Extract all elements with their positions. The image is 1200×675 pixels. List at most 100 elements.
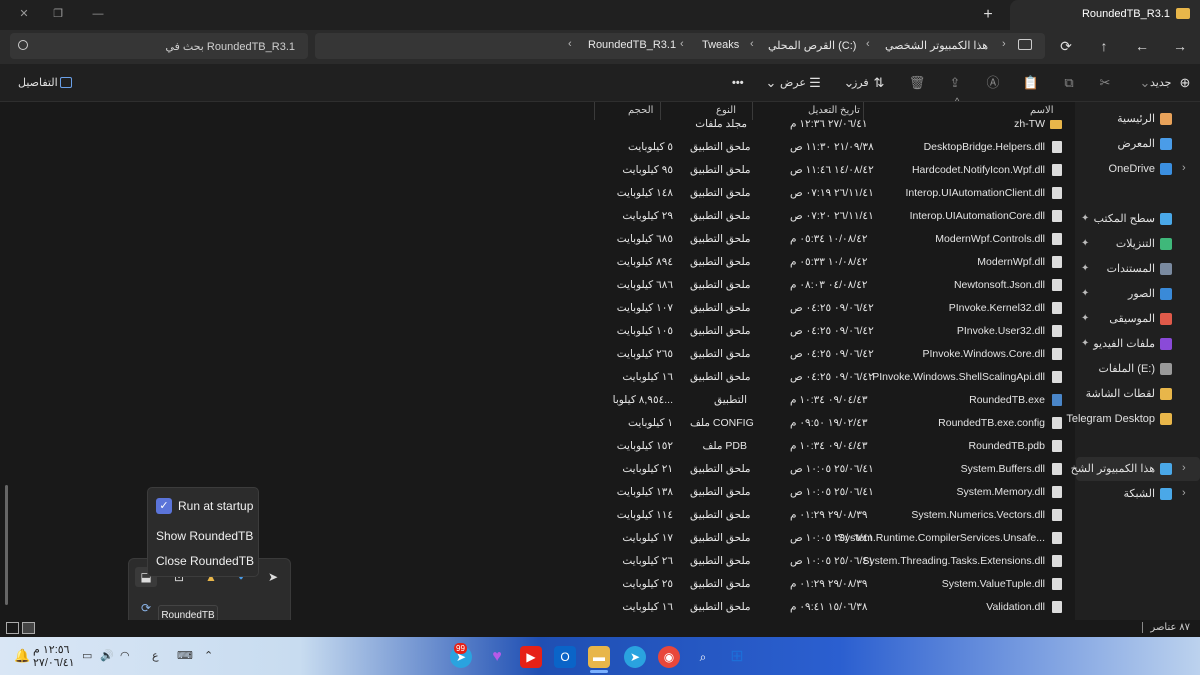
paste-icon[interactable]: 📋: [1022, 74, 1040, 92]
file-row[interactable]: System.Memory.dll ٢٥/٠٦/٤١ ١٠:٠٥ ص ملحق ال…: [590, 481, 1070, 504]
file-row[interactable]: RoundedTB.pdb ٠٩/٠٤/٤٣ ١٠:٣٤ م ملف PDB ١٥٢ …: [590, 435, 1070, 458]
sidebar-item[interactable]: OneDrive: [1109, 158, 1172, 180]
rename-icon[interactable]: Ⓐ: [984, 74, 1002, 92]
youtube-icon[interactable]: ▶: [520, 646, 542, 668]
breadcrumb-tweaks[interactable]: Tweaks: [702, 39, 739, 51]
more-options-button[interactable]: •••: [732, 74, 744, 92]
telegram-icon[interactable]: ➤: [262, 567, 284, 587]
breadcrumb-roundedtb[interactable]: RoundedTB_R3.1: [588, 39, 676, 51]
sidebar-item[interactable]: الرئيسية: [1117, 108, 1172, 130]
sidebar-item[interactable]: المستندات: [1107, 258, 1172, 280]
file-row[interactable]: DesktopBridge.Helpers.dll ٢١/٠٩/٣٨ ١١:٣٠ …: [590, 136, 1070, 159]
delete-icon[interactable]: 🗑: [908, 74, 926, 92]
sidebar-item[interactable]: الشبكة: [1123, 483, 1172, 505]
heart-icon[interactable]: ♥: [486, 646, 508, 668]
sidebar-item[interactable]: الملفات (E:): [1099, 358, 1172, 380]
close-window-button[interactable]: ✕: [10, 4, 38, 24]
file-row[interactable]: ModernWpf.dll ١٠/٠٨/٤٢ ٠٥:٣٣ م ملحق التطبي…: [590, 251, 1070, 274]
file-explorer-icon[interactable]: ▬: [588, 646, 610, 668]
volume-icon[interactable]: 🔊: [100, 649, 114, 662]
chevron-down-icon: ⌄: [765, 75, 777, 90]
file-name: RoundedTB.exe: [969, 394, 1045, 406]
pin-icon[interactable]: ✦: [1081, 238, 1089, 249]
pin-icon[interactable]: ✦: [1081, 213, 1089, 224]
file-type: مجلد ملفات: [695, 118, 747, 130]
file-row[interactable]: PInvoke.User32.dll ٠٩/٠٦/٤٢ ٠٤:٢٥ ص ملحق ا…: [590, 320, 1070, 343]
file-row[interactable]: Interop.UIAutomationClient.dll ٢٦/١١/٤١ ٠…: [590, 182, 1070, 205]
search-icon[interactable]: ⌕: [692, 646, 714, 668]
file-row[interactable]: PInvoke.Windows.Core.dll ٠٩/٠٦/٤٢ ٠٤:٢٥ ص…: [590, 343, 1070, 366]
chevron-up-icon[interactable]: ⌃: [204, 649, 213, 662]
share-icon[interactable]: ⇪: [946, 74, 964, 92]
file-row[interactable]: System.ValueTuple.dll ٢٩/٠٨/٣٩ ٠١:٢٩ م ملح…: [590, 573, 1070, 596]
sidebar-item-label: المعرض: [1117, 138, 1155, 150]
up-arrow-icon[interactable]: ↑: [1090, 34, 1118, 58]
sidebar-item[interactable]: Telegram Desktop: [1066, 408, 1172, 430]
pin-icon[interactable]: ✦: [1081, 263, 1089, 274]
file-row[interactable]: Interop.UIAutomationCore.dll ٢٦/١١/٤١ ٠٧:…: [590, 205, 1070, 228]
refresh-icon[interactable]: ⟳: [1052, 34, 1080, 58]
details-view-icon[interactable]: [22, 622, 35, 634]
sync-icon[interactable]: ⟳: [135, 598, 157, 618]
breadcrumb-local-disk[interactable]: القرص المحلي (C:): [768, 39, 856, 52]
chrome-icon[interactable]: ◉: [658, 646, 680, 668]
sidebar-item[interactable]: الصور: [1128, 283, 1172, 305]
file-row[interactable]: zh-TW ٢٧/٠٦/٤١ ١٢:٣٦ م مجلد ملفات: [590, 113, 1070, 136]
sidebar-item[interactable]: لقطات الشاشة: [1086, 383, 1172, 405]
back-arrow-icon[interactable]: →: [1166, 34, 1194, 58]
telegram-icon[interactable]: ➤: [624, 646, 646, 668]
pin-icon[interactable]: ✦: [1081, 288, 1089, 299]
file-row[interactable]: Newtonsoft.Json.dll ٠٤/٠٨/٤٢ ٠٨:٠٣ م ملحق …: [590, 274, 1070, 297]
clock-time[interactable]: ١٢:٥٦ م: [33, 643, 70, 656]
file-row[interactable]: System.Runtime.CompilerServices.Unsafe..…: [590, 527, 1070, 550]
breadcrumb-this-pc[interactable]: هذا الكمبيوتر الشخصي: [885, 39, 988, 52]
menu-item-show[interactable]: Show RoundedTB: [156, 529, 253, 543]
file-row[interactable]: System.Threading.Tasks.Extensions.dll ٢٥/…: [590, 550, 1070, 573]
file-row[interactable]: System.Buffers.dll ٢٥/٠٦/٤١ ١٠:٠٥ ص ملحق ا…: [590, 458, 1070, 481]
scrollbar[interactable]: [5, 485, 8, 605]
file-row[interactable]: PInvoke.Kernel32.dll ٠٩/٠٦/٤٢ ٠٤:٢٥ ص ملحق…: [590, 297, 1070, 320]
new-tab-button[interactable]: +: [978, 5, 998, 25]
file-row[interactable]: Hardcodet.NotifyIcon.Wpf.dll ١٤/٠٨/٤٢ ١١:…: [590, 159, 1070, 182]
expand-chevron-icon[interactable]: ›: [1182, 462, 1186, 474]
status-divider: [1142, 622, 1143, 633]
menu-item-run-at-startup[interactable]: Run at startup: [178, 499, 253, 513]
expand-chevron-icon[interactable]: ›: [1182, 162, 1186, 174]
file-row[interactable]: Validation.dll ١٥/٠٦/٣٨ ٠٩:٤١ م ملحق التطب…: [590, 596, 1070, 619]
file-row[interactable]: RoundedTB.exe.config ١٩/٠٢/٤٣ ٠٩:٥٠ م ملف …: [590, 412, 1070, 435]
pin-icon[interactable]: ✦: [1081, 313, 1089, 324]
forward-arrow-icon[interactable]: ←: [1128, 34, 1156, 58]
battery-icon[interactable]: ▭: [82, 649, 92, 662]
checkbox-checked-icon[interactable]: ✓: [156, 498, 172, 514]
expand-chevron-icon[interactable]: ›: [1182, 487, 1186, 499]
sidebar-item[interactable]: ملفات الفيديو: [1093, 333, 1172, 355]
keyboard-icon[interactable]: ⌨: [177, 649, 193, 662]
bell-icon[interactable]: 🔔: [14, 648, 30, 663]
sidebar-item[interactable]: المعرض: [1118, 133, 1172, 155]
file-size: ١ كيلوبايت: [628, 417, 673, 429]
clock-date[interactable]: ٢٧/٠٦/٤١: [33, 656, 75, 669]
cut-icon[interactable]: ✂: [1096, 74, 1114, 92]
tab-roundedtb[interactable]: RoundedTB_R3.1: [1010, 0, 1200, 30]
restore-window-button[interactable]: ❐: [44, 4, 72, 24]
tiles-view-icon[interactable]: [6, 622, 19, 634]
sidebar-item-label: سطح المكتب: [1093, 213, 1155, 225]
file-row[interactable]: RoundedTB.exe ٠٩/٠٤/٤٣ ١٠:٣٤ م التطبيق ٨,٩٥…: [590, 389, 1070, 412]
sidebar-item[interactable]: سطح المكتب: [1094, 208, 1172, 230]
start-icon[interactable]: ⊞: [726, 646, 748, 668]
outlook-icon[interactable]: O: [554, 646, 576, 668]
details-button[interactable]: التفاصيل: [18, 74, 58, 92]
file-row[interactable]: System.Numerics.Vectors.dll ٢٩/٠٨/٣٩ ٠١:٢…: [590, 504, 1070, 527]
minimize-window-button[interactable]: —: [84, 4, 112, 24]
sidebar-item[interactable]: هذا الكمبيوتر الشخ: [1071, 458, 1172, 480]
copy-icon[interactable]: ⧉: [1060, 74, 1078, 92]
sidebar-item[interactable]: الموسيقى: [1109, 308, 1172, 330]
pin-icon[interactable]: ✦: [1081, 338, 1089, 349]
view-button[interactable]: عرض: [780, 74, 806, 92]
file-row[interactable]: ModernWpf.Controls.dll ١٠/٠٨/٤٢ ٠٥:٣٤ م مل…: [590, 228, 1070, 251]
menu-item-close[interactable]: Close RoundedTB: [156, 554, 254, 568]
language-indicator[interactable]: ع: [152, 649, 159, 662]
file-row[interactable]: PInvoke.Windows.ShellScalingApi.dll ٠٩/٠٦…: [590, 366, 1070, 389]
sidebar-item[interactable]: التنزيلات: [1116, 233, 1172, 255]
wifi-icon[interactable]: ◠: [120, 649, 130, 662]
